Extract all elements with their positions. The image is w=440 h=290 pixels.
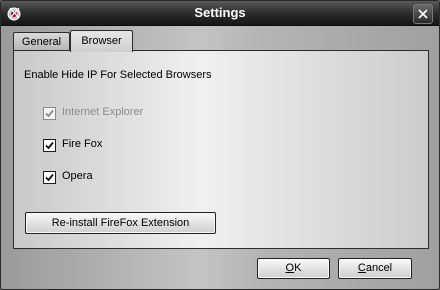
browser-tab-panel: Enable Hide IP For Selected Browsers Int…	[13, 50, 429, 249]
checkbox-box[interactable]	[43, 107, 56, 120]
tab-browser[interactable]: Browser	[70, 30, 133, 52]
cancel-button[interactable]: Cancel	[338, 258, 412, 279]
close-icon	[418, 9, 428, 19]
checkbox-box[interactable]	[43, 171, 56, 184]
tab-general[interactable]: General	[13, 32, 70, 51]
checkmark-icon	[45, 141, 54, 150]
cancel-label-rest: ancel	[365, 262, 393, 274]
checkbox-label: Fire Fox	[62, 138, 103, 150]
browsers-heading: Enable Hide IP For Selected Browsers	[24, 69, 212, 81]
title-bar[interactable]: Settings	[1, 1, 439, 26]
ok-button[interactable]: OK	[257, 258, 330, 279]
checkbox-label: Opera	[62, 170, 93, 182]
ok-label-rest: K	[294, 262, 302, 274]
close-button[interactable]	[413, 4, 433, 24]
checkmark-icon	[45, 173, 54, 182]
ok-mnemonic: O	[285, 262, 295, 274]
reinstall-firefox-extension-button[interactable]: Re-install FireFox Extension	[25, 212, 216, 234]
window-title: Settings	[194, 5, 246, 20]
cancel-mnemonic: C	[357, 262, 366, 274]
checkmark-icon	[45, 109, 54, 118]
checkbox-label: Internet Explorer	[62, 106, 144, 118]
settings-dialog: Settings General Browser Enable Hide IP …	[0, 0, 440, 290]
checkbox-box[interactable]	[43, 139, 56, 152]
